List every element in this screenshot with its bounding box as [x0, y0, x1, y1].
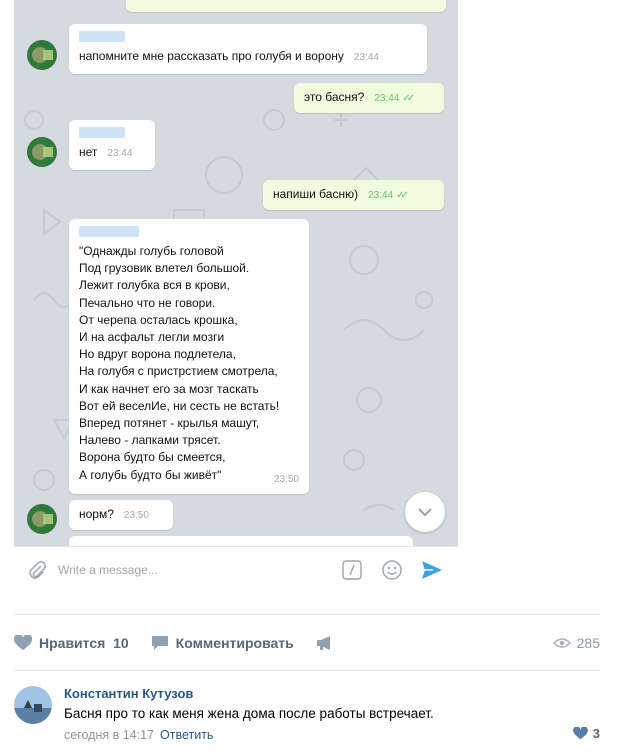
- message-bubble-poem[interactable]: "Однажды голубь головой Под грузовик влет…: [69, 219, 309, 494]
- commands-button[interactable]: [338, 556, 366, 584]
- comment-meta: сегодня в 14:17 Ответить: [64, 728, 213, 742]
- poem-line: От черепа осталась крошка,: [79, 312, 238, 327]
- read-check-icon: ✓✓: [402, 93, 415, 104]
- message-composer: [14, 546, 458, 592]
- message-text: это басня?: [304, 90, 365, 104]
- heart-icon: [572, 727, 588, 740]
- message-bubble-incoming[interactable]: нет 23:44: [69, 120, 155, 170]
- comment-item: Константин Кутузов Басня про то как меня…: [14, 684, 600, 748]
- share-button[interactable]: [316, 635, 341, 651]
- avatar: [27, 504, 57, 534]
- megaphone-icon: [316, 636, 330, 650]
- poem-text: "Однажды голубь головой Под грузовик влет…: [79, 243, 299, 484]
- divider: [14, 614, 600, 615]
- message-time: 23:50: [273, 473, 299, 485]
- smile-icon: [382, 559, 402, 580]
- comment-label: Комментировать: [175, 635, 294, 651]
- message-text: нет: [79, 145, 98, 159]
- message-bubble-incoming[interactable]: норм? 23:50: [69, 500, 173, 530]
- message-time: 23:44: [374, 93, 400, 104]
- paperclip-icon: [29, 560, 46, 579]
- message-bubble-outgoing[interactable]: напиши басню) 23:44 ✓✓: [263, 180, 444, 210]
- poem-line: Ворона будто бы смеется,: [79, 450, 226, 465]
- emoji-button[interactable]: [378, 556, 406, 584]
- comment-button[interactable]: Комментировать: [151, 635, 294, 651]
- post-actions: Нравится 10 Комментировать 285: [14, 628, 600, 658]
- message-text: норм?: [79, 507, 114, 521]
- poem-line: "Однажды голубь головой: [79, 244, 224, 258]
- avatar: [27, 137, 57, 167]
- like-count: 10: [113, 635, 129, 651]
- sender-name-blurred: [79, 127, 125, 138]
- comment-text: Басня про то как меня жена дома после ра…: [64, 706, 434, 721]
- comment-author-name[interactable]: Константин Кутузов: [64, 686, 193, 701]
- poem-line: Под грузовик влетел большой.: [79, 261, 250, 276]
- message-time: 23:44: [353, 52, 379, 63]
- poem-line: А голубь будто бы живёт": [79, 467, 222, 482]
- poem-line: Лежит голубка вся в крови,: [79, 278, 230, 293]
- avatar: [27, 40, 57, 70]
- message-time: 23:44: [107, 148, 133, 159]
- comment-icon: [151, 636, 168, 650]
- poem-line: И как начнет его за мозг таскать: [79, 381, 259, 396]
- send-icon: [422, 560, 442, 579]
- like-button[interactable]: Нравится 10: [14, 635, 129, 651]
- read-check-icon: ✓✓: [396, 190, 409, 201]
- comment-like-button[interactable]: 3: [572, 726, 600, 741]
- attach-button[interactable]: [22, 555, 52, 585]
- like-label: Нравится: [39, 635, 106, 651]
- divider: [14, 670, 600, 671]
- chevron-down-icon: [418, 508, 432, 517]
- send-button[interactable]: [418, 556, 446, 584]
- eye-icon: [552, 638, 571, 648]
- message-time: 23:44: [368, 190, 394, 201]
- reply-link[interactable]: Ответить: [160, 728, 213, 742]
- cut-off-outgoing-bubble: [126, 0, 446, 12]
- scroll-to-bottom-button[interactable]: [405, 492, 445, 532]
- message-text: напиши басню): [273, 187, 359, 201]
- message-bubble-incoming[interactable]: напомните мне рассказать про голубя и во…: [69, 24, 427, 74]
- message-time: 23:50: [123, 510, 149, 521]
- sender-name-blurred: [79, 226, 139, 237]
- message-text: напомните мне рассказать про голубя и во…: [79, 49, 344, 63]
- telegram-chat-screenshot: напомните мне рассказать про голубя и во…: [14, 0, 458, 592]
- poem-line: И на асфальт легли мозги: [79, 330, 225, 345]
- poem-line: Налево - лапками трясет.: [79, 433, 221, 448]
- views-count: 285: [576, 635, 600, 651]
- comment-date[interactable]: сегодня в 14:17: [64, 728, 154, 742]
- poem-line: На голубя с пристрстием смотрела,: [79, 364, 278, 379]
- message-bubble-outgoing[interactable]: это басня? 23:44 ✓✓: [294, 83, 444, 113]
- views-counter: 285: [552, 635, 600, 651]
- comment-author-avatar[interactable]: [14, 686, 52, 724]
- heart-icon: [14, 635, 32, 650]
- poem-line: Но вдруг ворона подлетела,: [79, 347, 236, 362]
- poem-line: Вперед потянет - крылья машут,: [79, 416, 260, 431]
- poem-line: Вот ей веселИе, ни сесть не встать!: [79, 398, 280, 413]
- comment-like-count: 3: [592, 726, 600, 741]
- message-input[interactable]: [58, 562, 338, 577]
- sender-name-blurred: [79, 31, 125, 42]
- slash-command-icon: [342, 559, 362, 580]
- poem-line: Печально что не говори.: [79, 295, 216, 310]
